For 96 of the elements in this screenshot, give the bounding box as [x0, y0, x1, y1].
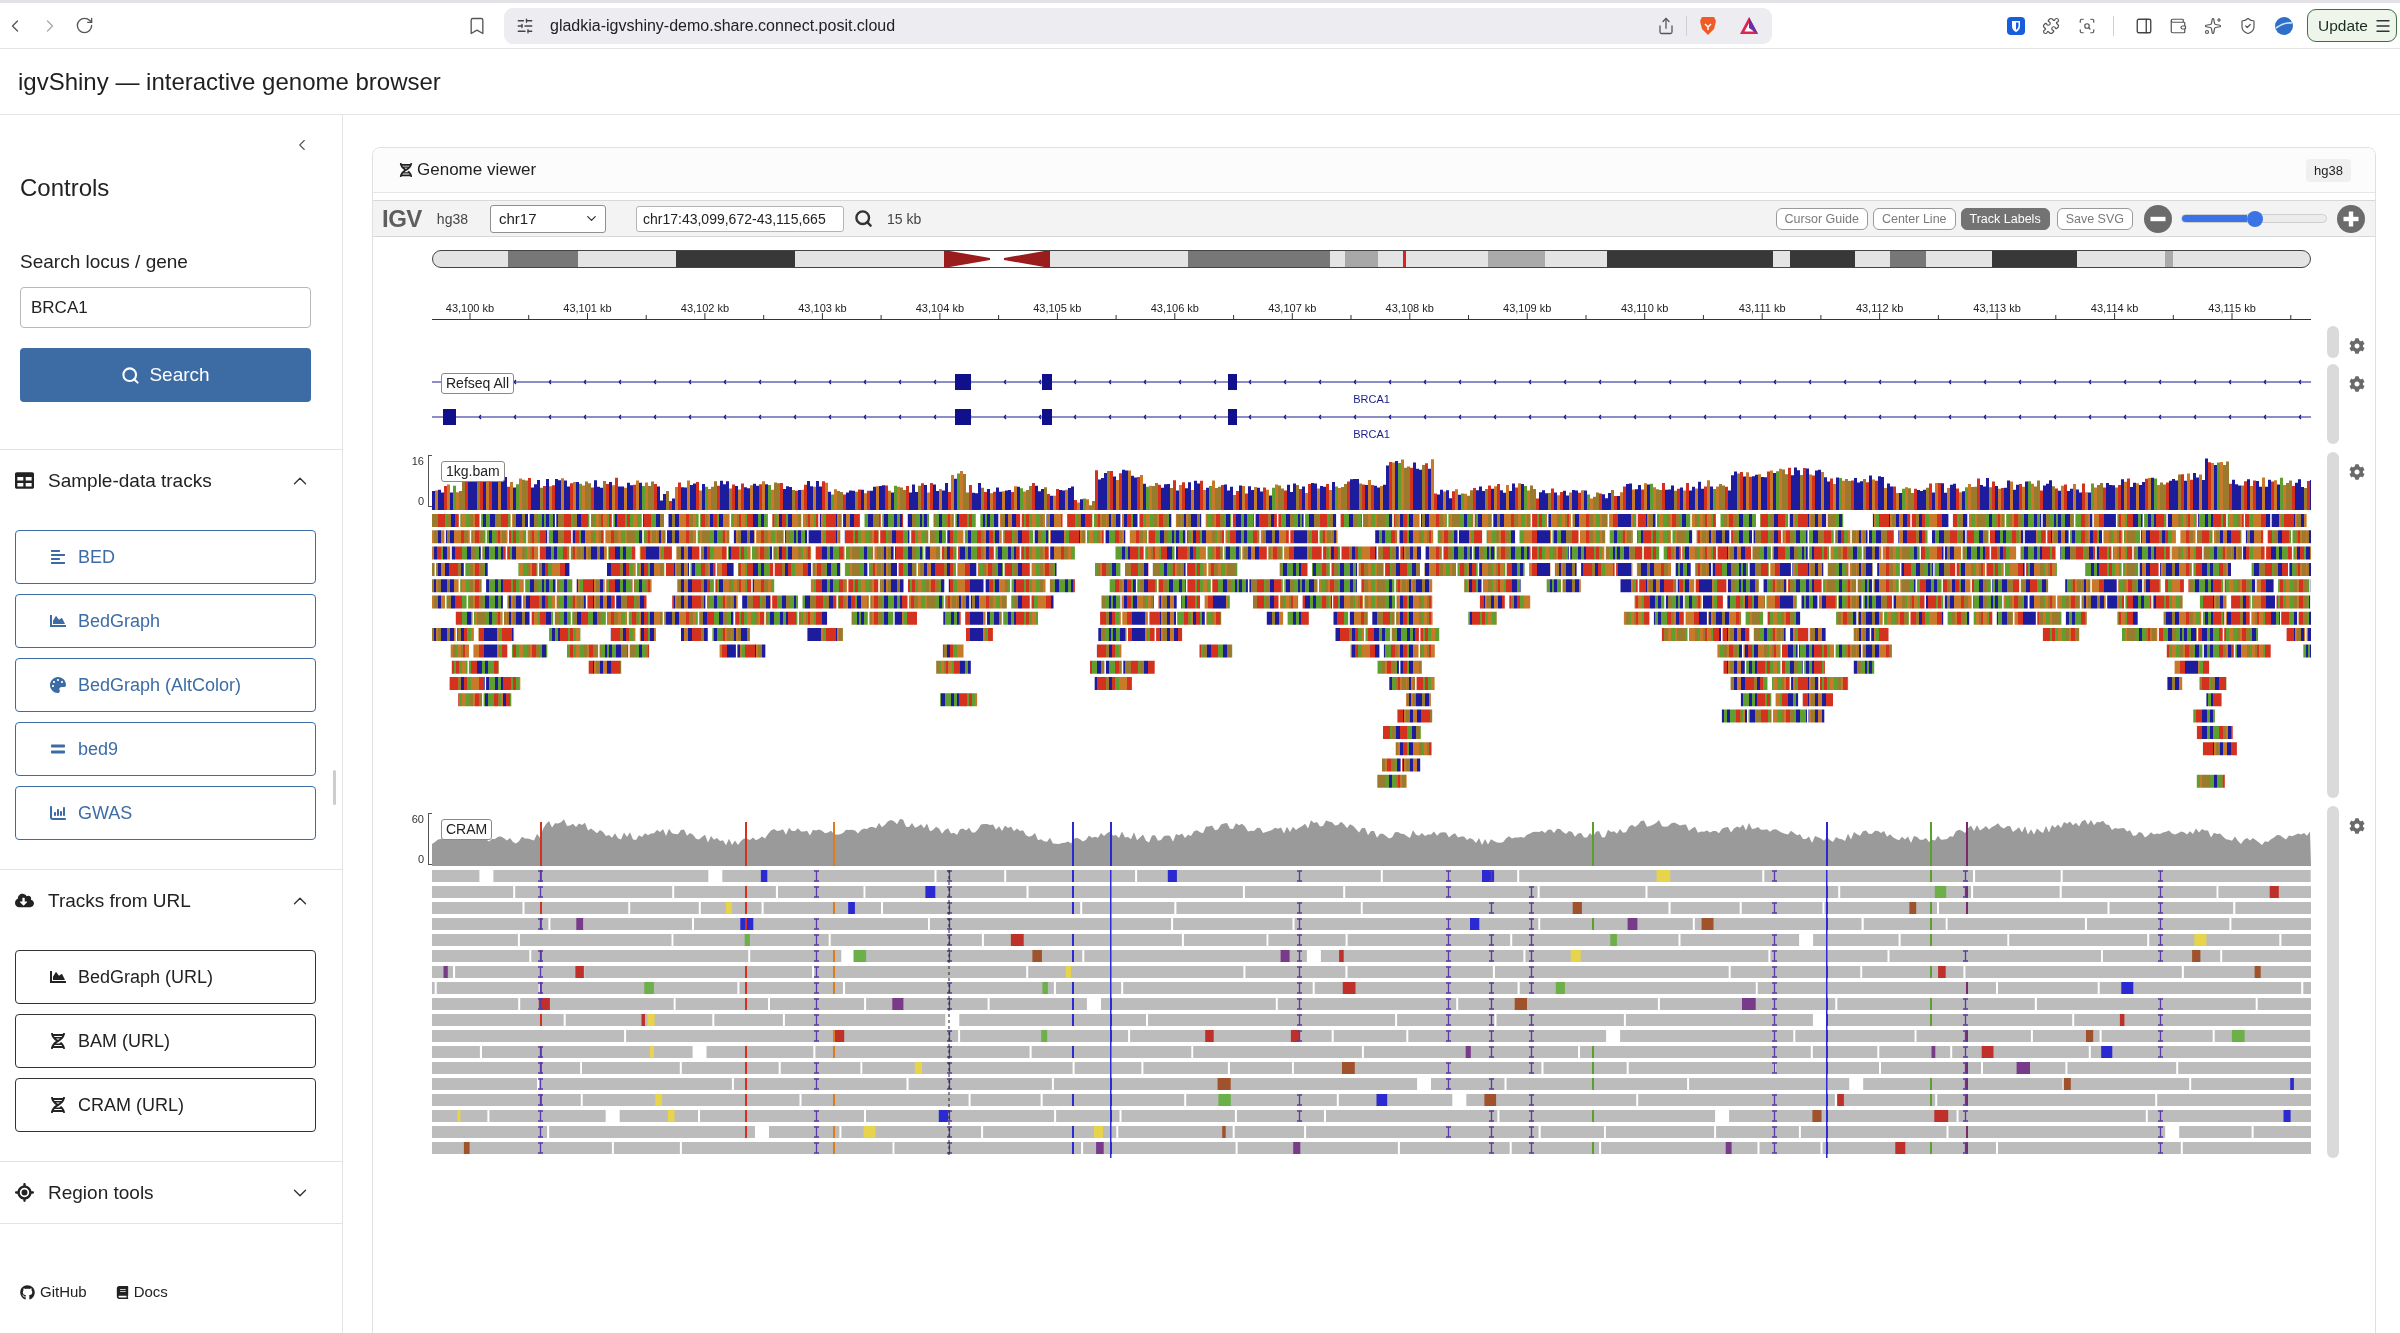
- dna-icon: [399, 163, 413, 177]
- accordion-header[interactable]: Region tools: [0, 1162, 342, 1223]
- bar-chart-icon: [50, 805, 66, 821]
- settings-icon[interactable]: [2349, 464, 2365, 480]
- octocat-icon: [20, 1284, 35, 1300]
- toolbar-toggle[interactable]: Center Line: [1872, 207, 1956, 230]
- search-input[interactable]: BRCA1: [20, 287, 311, 328]
- wallet-icon[interactable]: [2169, 16, 2187, 35]
- ruler-label: 43,107 kb: [1268, 302, 1317, 314]
- settings-icon[interactable]: [2349, 338, 2365, 354]
- reload-icon[interactable]: [75, 16, 94, 35]
- gene-label: BRCA1: [1353, 393, 1390, 405]
- locus-input[interactable]: chr17:43,099,672-43,115,665: [636, 205, 844, 232]
- shield-icon[interactable]: [1699, 15, 1717, 36]
- toolbar-toggle[interactable]: Save SVG: [2056, 207, 2133, 230]
- shield-badge-icon[interactable]: [2007, 16, 2025, 35]
- puzzle-icon[interactable]: [2042, 16, 2060, 35]
- book-icon: [115, 1285, 129, 1299]
- accordion-header[interactable]: Sample-data tracks: [0, 450, 342, 511]
- search-icon[interactable]: [854, 209, 873, 228]
- track-button[interactable]: BedGraph (URL): [15, 950, 316, 1004]
- table-icon: [15, 471, 34, 490]
- panel-icon[interactable]: [2135, 16, 2153, 35]
- scale-min-label: 0: [417, 495, 424, 507]
- ruler-label: 43,100 kb: [445, 302, 495, 314]
- settings-icon[interactable]: [2349, 376, 2365, 392]
- ruler-label: 43,104 kb: [915, 302, 965, 314]
- scale-max-label: 16: [411, 455, 424, 467]
- footer-link[interactable]: GitHub: [20, 1282, 87, 1302]
- sparkle-icon[interactable]: [2204, 16, 2222, 35]
- ruler-label: 43,101 kb: [563, 302, 612, 314]
- track-name-label: Refseq All: [441, 373, 515, 394]
- gene-label: BRCA1: [1353, 428, 1390, 440]
- ruler-label: 43,111 kb: [1738, 302, 1786, 314]
- track-button[interactable]: BedGraph (AltColor): [15, 658, 316, 712]
- minus-circle-icon[interactable]: [2144, 204, 2172, 233]
- dna-icon: [50, 1097, 66, 1113]
- dna-icon: [50, 1033, 66, 1049]
- igv-logo: IGV: [382, 204, 422, 233]
- track-button[interactable]: BAM (URL): [15, 1014, 316, 1068]
- track-button[interactable]: BED: [15, 530, 316, 584]
- toolbar-toggle[interactable]: Track Labels: [1960, 207, 2050, 230]
- search-icon: [121, 365, 141, 385]
- shield-icon[interactable]: [2239, 16, 2257, 35]
- track-scrollbar[interactable]: [2327, 806, 2339, 1158]
- track-scrollbar[interactable]: [2327, 326, 2339, 358]
- palette-icon: [50, 677, 66, 693]
- scale-max-label: 60: [411, 813, 424, 825]
- track-button[interactable]: CRAM (URL): [15, 1078, 316, 1132]
- text-lines-icon: [50, 549, 66, 565]
- track-scrollbar[interactable]: [2327, 364, 2339, 444]
- globe-icon[interactable]: [2275, 16, 2293, 35]
- ruler-label: 43,106 kb: [1150, 302, 1199, 314]
- area-chart-icon: [50, 969, 66, 985]
- address-bar[interactable]: gladkia-igvshiny-demo.share.connect.posit.cloud: [504, 7, 1772, 44]
- accordion-header[interactable]: Tracks from URL: [0, 870, 342, 931]
- page-title: igvShiny — interactive genome browser: [18, 67, 441, 96]
- ruler-label: 43,103 kb: [798, 302, 847, 314]
- ruler-label: 43,110 kb: [1620, 302, 1669, 314]
- plus-circle-icon[interactable]: [2337, 204, 2365, 233]
- area-chart-icon: [50, 613, 66, 629]
- scrollbar-thumb[interactable]: [333, 770, 336, 805]
- track-name-label: 1kg.bam: [441, 461, 505, 482]
- span-label: 15 kb: [887, 210, 922, 227]
- ruler-label: 43,112 kb: [1855, 302, 1904, 314]
- track-button[interactable]: BedGraph: [15, 594, 316, 648]
- ruler-label: 43,113 kb: [1973, 302, 2021, 314]
- site-settings-icon[interactable]: [516, 16, 534, 35]
- triangle-icon[interactable]: [1740, 17, 1758, 34]
- ruler-label: 43,109 kb: [1503, 302, 1552, 314]
- track-button[interactable]: GWAS: [15, 786, 316, 840]
- sidebar-heading: Controls: [20, 173, 111, 203]
- field-label: Search locus / gene: [20, 250, 189, 274]
- track-button[interactable]: bed9: [15, 722, 316, 776]
- cloud-download-icon: [15, 891, 34, 910]
- genome-label: hg38: [436, 210, 468, 227]
- ruler-label: 43,105 kb: [1033, 302, 1082, 314]
- genome-badge: hg38: [2306, 158, 2351, 182]
- chromosome-select[interactable]: chr17: [490, 204, 606, 233]
- url-text: gladkia-igvshiny-demo.share.connect.posit.cloud: [550, 16, 897, 35]
- crosshair-icon: [15, 1183, 34, 1202]
- track-scrollbar[interactable]: [2327, 452, 2339, 798]
- card-title: Genome viewer: [417, 160, 537, 180]
- settings-icon[interactable]: [2349, 818, 2365, 834]
- toolbar-toggle[interactable]: Cursor Guide: [1775, 207, 1868, 230]
- ruler-label: 43,102 kb: [680, 302, 730, 314]
- scale-min-label: 0: [417, 853, 424, 865]
- footer-link[interactable]: Docs: [115, 1282, 168, 1302]
- scan-search-icon[interactable]: [2078, 16, 2096, 35]
- update-button[interactable]: Update: [2307, 9, 2397, 42]
- ruler-label: 43,115 kb: [2208, 302, 2256, 314]
- ruler-label: 43,114 kb: [2090, 302, 2139, 314]
- search-button[interactable]: Search: [20, 348, 311, 402]
- ruler-label: 43,108 kb: [1385, 302, 1434, 314]
- slider-thumb[interactable]: [2246, 210, 2263, 227]
- share-icon[interactable]: [1657, 16, 1675, 35]
